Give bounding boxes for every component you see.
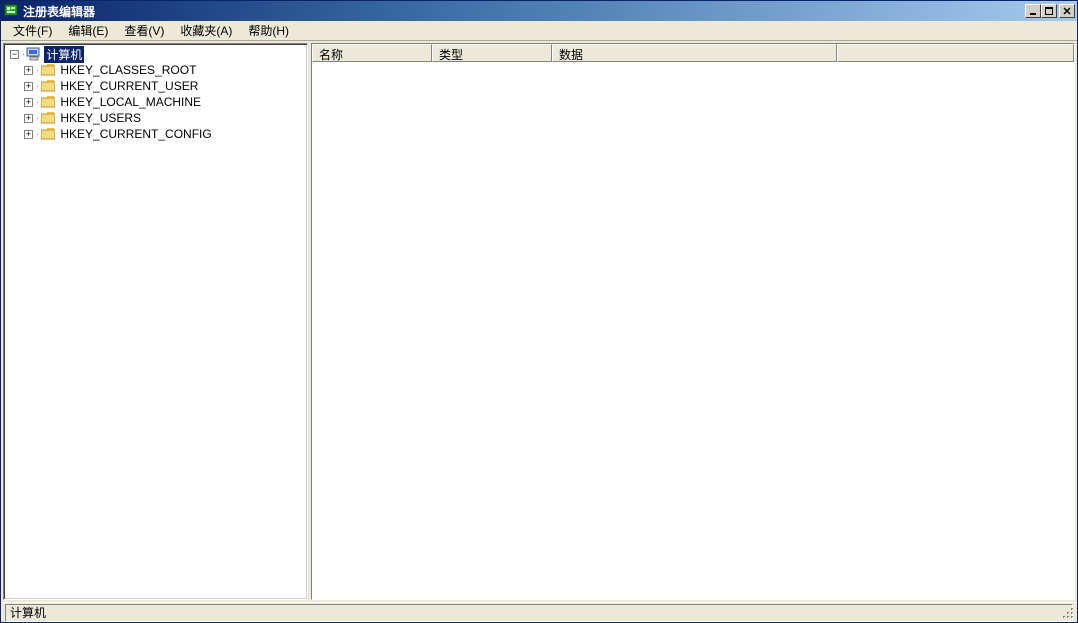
column-header-type[interactable]: 类型 [432, 44, 552, 62]
tree-line: · [36, 81, 39, 92]
column-header-data[interactable]: 数据 [552, 44, 837, 62]
size-grip[interactable] [1059, 604, 1075, 620]
registry-editor-window: 注册表编辑器 文件(F) 编辑(E) 查看(V) 收藏夹(A) 帮助(H) − [0, 0, 1078, 623]
tree-children: + · HKEY_CLASSES_ROOT + · HKEY_CURRE [6, 62, 307, 142]
menu-file[interactable]: 文件(F) [5, 20, 60, 41]
folder-icon [40, 78, 56, 94]
minimize-button[interactable] [1025, 4, 1041, 18]
tree-root-label[interactable]: 计算机 [44, 46, 84, 63]
column-header-spacer[interactable] [837, 44, 1074, 62]
window-controls [1025, 4, 1075, 18]
status-path: 计算机 [5, 604, 1073, 622]
statusbar: 计算机 [1, 602, 1077, 622]
menubar: 文件(F) 编辑(E) 查看(V) 收藏夹(A) 帮助(H) [1, 21, 1077, 41]
list-body[interactable] [312, 62, 1074, 599]
window-title: 注册表编辑器 [23, 3, 1025, 20]
tree-item-label[interactable]: HKEY_CURRENT_USER [58, 79, 200, 93]
tree-item-hku[interactable]: + · HKEY_USERS [20, 110, 307, 126]
folder-icon [40, 62, 56, 78]
tree-item-hkcu[interactable]: + · HKEY_CURRENT_USER [20, 78, 307, 94]
expander-plus-icon[interactable]: + [24, 114, 33, 123]
expander-plus-icon[interactable]: + [24, 66, 33, 75]
tree-item-label[interactable]: HKEY_LOCAL_MACHINE [58, 95, 203, 109]
client-area: − · 计算机 + · [1, 41, 1077, 602]
tree-item-hkcr[interactable]: + · HKEY_CLASSES_ROOT [20, 62, 307, 78]
folder-icon [40, 126, 56, 142]
list-pane[interactable]: 名称 类型 数据 [311, 43, 1075, 600]
tree-line: · [36, 65, 39, 76]
tree-item-label[interactable]: HKEY_CURRENT_CONFIG [58, 127, 213, 141]
maximize-button[interactable] [1041, 4, 1057, 18]
tree-line: · [22, 49, 25, 60]
tree-pane[interactable]: − · 计算机 + · [3, 43, 308, 600]
menu-favorites[interactable]: 收藏夹(A) [172, 20, 240, 41]
expander-plus-icon[interactable]: + [24, 98, 33, 107]
expander-minus-icon[interactable]: − [10, 50, 19, 59]
tree-line: · [36, 97, 39, 108]
menu-help[interactable]: 帮助(H) [240, 20, 297, 41]
expander-plus-icon[interactable]: + [24, 82, 33, 91]
tree-item-hkcc[interactable]: + · HKEY_CURRENT_CONFIG [20, 126, 307, 142]
menu-view[interactable]: 查看(V) [116, 20, 172, 41]
list-header: 名称 类型 数据 [312, 44, 1074, 62]
menu-edit[interactable]: 编辑(E) [60, 20, 116, 41]
registry-tree: − · 计算机 + · [4, 46, 307, 142]
close-button[interactable] [1059, 4, 1075, 18]
tree-item-label[interactable]: HKEY_USERS [58, 111, 143, 125]
app-icon [3, 3, 19, 19]
column-header-name[interactable]: 名称 [312, 44, 432, 62]
folder-icon [40, 94, 56, 110]
folder-icon [40, 110, 56, 126]
computer-icon [26, 46, 42, 62]
tree-item-label[interactable]: HKEY_CLASSES_ROOT [58, 63, 198, 77]
expander-plus-icon[interactable]: + [24, 130, 33, 139]
tree-line: · [36, 129, 39, 140]
tree-line: · [36, 113, 39, 124]
tree-item-hklm[interactable]: + · HKEY_LOCAL_MACHINE [20, 94, 307, 110]
tree-root-row[interactable]: − · 计算机 [6, 46, 307, 62]
titlebar[interactable]: 注册表编辑器 [1, 1, 1077, 21]
